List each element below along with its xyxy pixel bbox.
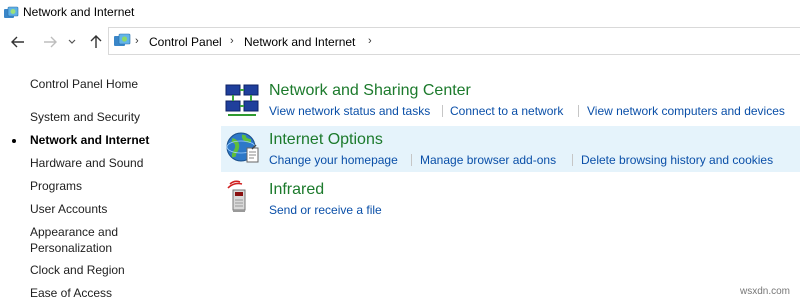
- chevron-down-icon: [68, 39, 76, 44]
- sidebar-item-system-and-security[interactable]: System and Security: [30, 110, 140, 124]
- link-view-network-status[interactable]: View network status and tasks: [269, 104, 430, 118]
- forward-arrow-icon: [44, 36, 57, 48]
- category-network-and-sharing-center: Network and Sharing Center View network …: [221, 78, 800, 124]
- sidebar-item-hardware-and-sound[interactable]: Hardware and Sound: [30, 156, 143, 170]
- infrared-icon: [227, 180, 246, 212]
- control-panel-icon: [114, 33, 131, 46]
- link-separator: [578, 105, 579, 117]
- globe-icon: [226, 132, 259, 163]
- network-folder-icon: [4, 6, 19, 18]
- category-title[interactable]: Network and Sharing Center: [269, 82, 471, 100]
- breadcrumb-chevron-icon[interactable]: ›: [368, 35, 372, 47]
- sidebar-item-clock-and-region[interactable]: Clock and Region: [30, 263, 125, 277]
- link-separator: [572, 154, 573, 166]
- sidebar-item-control-panel-home[interactable]: Control Panel Home: [30, 77, 138, 91]
- network-sharing-icon: [225, 84, 259, 116]
- sidebar-item-network-and-internet: Network and Internet: [30, 133, 150, 147]
- navigation-bar: › Control Panel › Network and Internet ›: [0, 26, 800, 57]
- forward-button[interactable]: [41, 34, 59, 50]
- category-title[interactable]: Internet Options: [269, 131, 383, 149]
- address-bar[interactable]: › Control Panel › Network and Internet ›: [108, 27, 800, 55]
- link-view-network-computers[interactable]: View network computers and devices: [587, 104, 785, 118]
- back-button[interactable]: [9, 34, 27, 50]
- breadcrumb-network-and-internet[interactable]: Network and Internet: [244, 35, 355, 49]
- back-arrow-icon: [11, 36, 24, 48]
- category-title[interactable]: Infrared: [269, 181, 324, 199]
- window-title: Network and Internet: [23, 5, 135, 19]
- link-connect-to-network[interactable]: Connect to a network: [450, 104, 563, 118]
- breadcrumb-chevron-icon[interactable]: ›: [135, 35, 139, 47]
- title-bar: Network and Internet: [0, 0, 800, 26]
- link-manage-browser-addons[interactable]: Manage browser add-ons: [420, 153, 556, 167]
- link-separator: [411, 154, 412, 166]
- sidebar-item-personalization[interactable]: Personalization: [30, 241, 112, 255]
- breadcrumb-control-panel[interactable]: Control Panel: [149, 35, 222, 49]
- recent-locations-button[interactable]: [66, 34, 78, 50]
- current-item-bullet: [12, 139, 16, 143]
- link-send-or-receive-file[interactable]: Send or receive a file: [269, 203, 382, 217]
- link-separator: [442, 105, 443, 117]
- sidebar-item-ease-of-access[interactable]: Ease of Access: [30, 286, 112, 300]
- sidebar-item-programs[interactable]: Programs: [30, 179, 82, 193]
- link-change-homepage[interactable]: Change your homepage: [269, 153, 398, 167]
- category-infrared: Infrared Send or receive a file: [221, 176, 800, 222]
- up-button[interactable]: [87, 34, 105, 50]
- watermark: wsxdn.com: [739, 286, 790, 297]
- sidebar-item-appearance[interactable]: Appearance and: [30, 225, 118, 239]
- link-delete-browsing-history[interactable]: Delete browsing history and cookies: [581, 153, 773, 167]
- category-internet-options[interactable]: Internet Options Change your homepage Ma…: [221, 126, 800, 172]
- sidebar-item-user-accounts[interactable]: User Accounts: [30, 202, 107, 216]
- breadcrumb-chevron-icon[interactable]: ›: [230, 35, 234, 47]
- sidebar: Control Panel Home System and Security N…: [0, 57, 200, 303]
- up-arrow-icon: [90, 35, 102, 48]
